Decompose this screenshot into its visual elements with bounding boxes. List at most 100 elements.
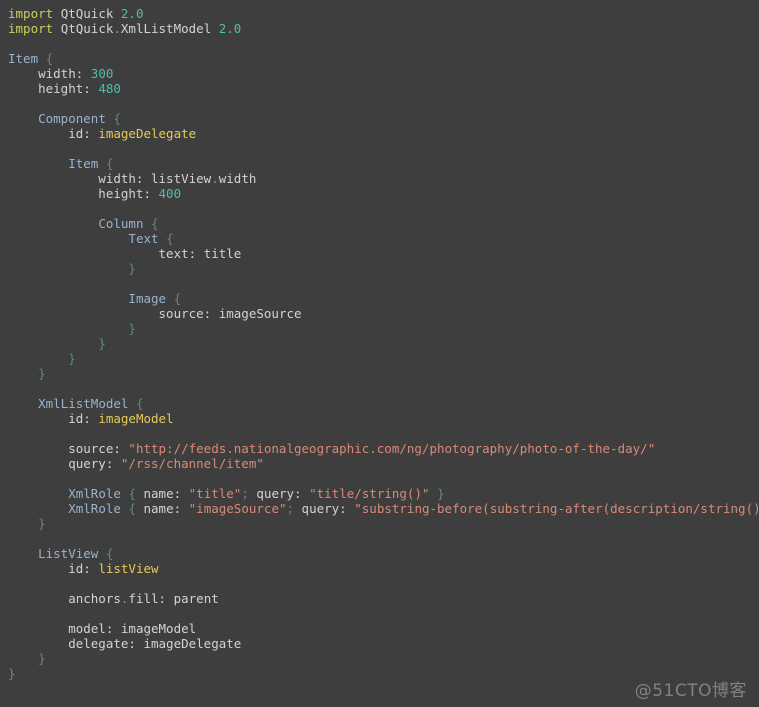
code-token: Component	[38, 111, 106, 126]
code-line[interactable]: }	[8, 261, 759, 276]
code-token: title	[203, 246, 242, 261]
watermark-label: @51CTO博客	[634, 681, 747, 701]
code-token: name:	[135, 486, 182, 501]
code-line[interactable]: import QtQuick 2.0	[8, 6, 759, 21]
code-token: imageDelegate	[98, 126, 197, 141]
code-token: query:	[248, 486, 302, 501]
code-token: ;	[286, 501, 295, 516]
code-lines-container[interactable]: import QtQuick 2.0 import QtQuick.XmlList…	[8, 6, 759, 681]
code-token: QtQuick	[60, 21, 114, 36]
code-line[interactable]: }	[8, 651, 759, 666]
code-line[interactable]: Text {	[8, 231, 759, 246]
code-token: QtQuick	[60, 6, 114, 21]
code-token: id:	[8, 561, 91, 576]
code-token: text:	[8, 246, 197, 261]
code-line[interactable]	[8, 606, 759, 621]
code-line[interactable]: source: imageSource	[8, 306, 759, 321]
code-line[interactable]: model: imageModel	[8, 621, 759, 636]
code-token: {	[166, 231, 174, 246]
code-token: imageModel	[98, 411, 174, 426]
code-line[interactable]: Column {	[8, 216, 759, 231]
code-line[interactable]	[8, 141, 759, 156]
code-line[interactable]: Component {	[8, 111, 759, 126]
code-token: .	[211, 171, 219, 186]
code-line[interactable]: }	[8, 336, 759, 351]
code-line[interactable]	[8, 381, 759, 396]
code-line[interactable]: id: imageModel	[8, 411, 759, 426]
code-line[interactable]	[8, 531, 759, 546]
code-token: height:	[8, 186, 151, 201]
code-line[interactable]: height: 400	[8, 186, 759, 201]
code-line[interactable]: ListView {	[8, 546, 759, 561]
code-line[interactable]	[8, 576, 759, 591]
code-line[interactable]: XmlListModel {	[8, 396, 759, 411]
code-line[interactable]: XmlRole { name: "imageSource"; query: "s…	[8, 501, 759, 516]
code-line[interactable]	[8, 471, 759, 486]
code-line[interactable]	[8, 36, 759, 51]
code-token: width	[218, 171, 257, 186]
code-token: {	[128, 486, 136, 501]
code-token: listView	[98, 561, 159, 576]
code-line[interactable]: }	[8, 321, 759, 336]
code-line[interactable]: Item {	[8, 51, 759, 66]
code-line[interactable]	[8, 426, 759, 441]
code-token: "title/string()"	[309, 486, 430, 501]
code-token: source:	[8, 441, 121, 456]
code-token: {	[173, 291, 182, 306]
code-token: imageDelegate	[143, 636, 242, 651]
code-editor-view[interactable]: import QtQuick 2.0 import QtQuick.XmlList…	[0, 0, 759, 707]
code-line[interactable]: import QtQuick.XmlListModel 2.0	[8, 21, 759, 36]
code-line[interactable]: query: "/rss/channel/item"	[8, 456, 759, 471]
code-token: 480	[98, 81, 121, 96]
code-line[interactable]: width: listView.width	[8, 171, 759, 186]
code-line[interactable]	[8, 201, 759, 216]
code-line[interactable]	[8, 96, 759, 111]
code-line[interactable]: id: imageDelegate	[8, 126, 759, 141]
code-line[interactable]: Image {	[8, 291, 759, 306]
code-token: anchors	[8, 591, 121, 606]
code-line[interactable]: XmlRole { name: "title"; query: "title/s…	[8, 486, 759, 501]
code-line[interactable]	[8, 276, 759, 291]
code-token: ListView	[38, 546, 99, 561]
code-line[interactable]: width: 300	[8, 66, 759, 81]
code-token: height:	[8, 81, 91, 96]
code-line[interactable]: }	[8, 366, 759, 381]
code-line[interactable]: Item {	[8, 156, 759, 171]
code-token: "http://feeds.nationalgeographic.com/ng/…	[128, 441, 656, 456]
code-token: width:	[8, 66, 84, 81]
code-token: import	[8, 21, 54, 36]
code-line[interactable]: delegate: imageDelegate	[8, 636, 759, 651]
code-token: query:	[294, 501, 347, 516]
code-line[interactable]: anchors.fill: parent	[8, 591, 759, 606]
code-token: delegate:	[8, 636, 136, 651]
code-line[interactable]: }	[8, 516, 759, 531]
code-line[interactable]: }	[8, 351, 759, 366]
code-line[interactable]: source: "http://feeds.nationalgeographic…	[8, 441, 759, 456]
code-line[interactable]: id: listView	[8, 561, 759, 576]
code-line[interactable]: text: title	[8, 246, 759, 261]
code-token: {	[45, 51, 54, 66]
code-line[interactable]: height: 480	[8, 81, 759, 96]
